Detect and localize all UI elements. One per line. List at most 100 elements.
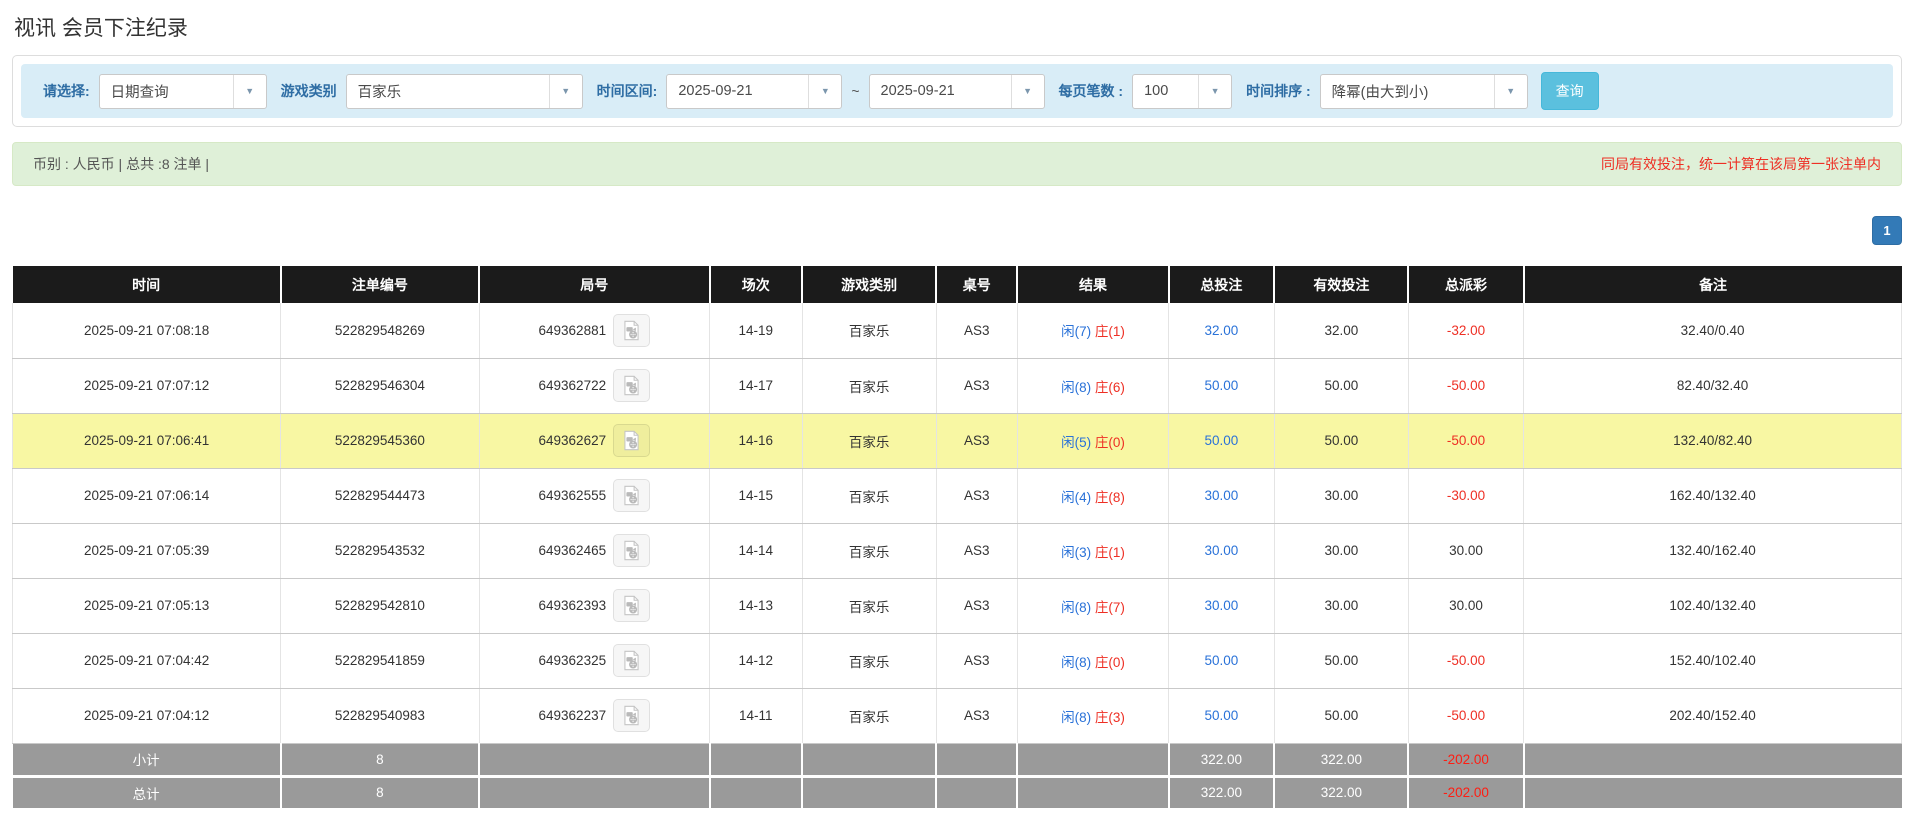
- video-replay-button[interactable]: [613, 644, 651, 677]
- cell-payout: -30.00: [1407, 468, 1525, 524]
- header-3: 场次: [709, 266, 804, 303]
- cell-table-no: AS3: [935, 578, 1018, 634]
- date-to-select[interactable]: 2025-09-21 ▼: [868, 73, 1045, 109]
- total-total-bet: 322.00: [1168, 776, 1276, 811]
- cell-round: 649362465: [478, 523, 711, 579]
- cell-round: 649362237: [478, 688, 711, 744]
- cell-time: 2025-09-21 07:07:12: [11, 358, 282, 414]
- cell-table-no: AS3: [935, 358, 1018, 414]
- query-type-label: 请选择:: [43, 83, 90, 99]
- table-row: 2025-09-21 07:04:42 522829541859 649362325…: [11, 633, 1902, 689]
- chevron-down-icon[interactable]: ▼: [548, 74, 582, 108]
- pagination: 1: [12, 216, 1902, 245]
- video-replay-button[interactable]: [613, 424, 651, 457]
- chevron-down-icon[interactable]: ▼: [232, 74, 266, 108]
- cell-round: 649362393: [478, 578, 711, 634]
- result-banker: 庄(6): [1094, 379, 1125, 395]
- subtotal-label: 小计: [12, 743, 282, 778]
- cell-total-bet[interactable]: 50.00: [1168, 688, 1275, 744]
- video-replay-button[interactable]: [613, 534, 651, 567]
- video-replay-button[interactable]: [613, 313, 651, 347]
- result-player: 闲(8): [1061, 654, 1092, 670]
- cell-payout: -50.00: [1407, 358, 1525, 414]
- round-number: 649362325: [538, 653, 607, 668]
- cell-time: 2025-09-21 07:06:14: [11, 468, 282, 524]
- cell-result: 闲(7) 庄(1): [1016, 303, 1170, 359]
- sort-select[interactable]: 降幂(由大到小) ▼: [1319, 73, 1528, 109]
- result-banker: 庄(1): [1094, 324, 1125, 340]
- header-6: 结果: [1017, 266, 1170, 303]
- video-replay-button[interactable]: [613, 479, 651, 512]
- header-2: 局号: [479, 266, 711, 303]
- cell-valid-bet: 50.00: [1273, 688, 1409, 744]
- bet-records-table: 时间 注单编号 局号 场次 游戏类别 桌号 结果 总投注 有效投注 总派彩 备注 2025-09-2…: [11, 266, 1902, 811]
- cell-result: 闲(4) 庄(8): [1016, 468, 1170, 524]
- cell-total-bet[interactable]: 32.00: [1168, 303, 1275, 359]
- cell-valid-bet: 30.00: [1273, 578, 1409, 634]
- result-banker: 庄(8): [1094, 489, 1125, 505]
- page-size-label: 每页笔数 :: [1058, 83, 1124, 99]
- cell-round: 649362881: [478, 303, 711, 359]
- cell-game-type: 百家乐: [801, 358, 937, 414]
- cell-session: 14-17: [709, 358, 803, 414]
- page-button-1[interactable]: 1: [1872, 216, 1902, 245]
- cell-table-no: AS3: [935, 468, 1018, 524]
- query-type-select[interactable]: 日期查询 ▼: [98, 73, 267, 109]
- cell-payout: -50.00: [1407, 688, 1525, 744]
- cell-session: 14-13: [709, 578, 803, 634]
- cell-payout: -32.00: [1407, 303, 1525, 359]
- cell-session: 14-16: [709, 413, 803, 469]
- chevron-down-icon[interactable]: ▼: [1198, 74, 1232, 108]
- cell-payout: 30.00: [1407, 578, 1525, 634]
- cell-bet-id: 522829543532: [280, 523, 480, 579]
- records-body: 2025-09-21 07:08:18 522829548269 649362881…: [11, 303, 1902, 744]
- video-replay-button[interactable]: [613, 589, 651, 622]
- cell-game-type: 百家乐: [801, 303, 937, 359]
- cell-payout: -50.00: [1407, 633, 1525, 689]
- cell-payout: 30.00: [1407, 523, 1525, 579]
- table-row: 2025-09-21 07:04:12 522829540983 649362237…: [11, 688, 1902, 744]
- video-replay-button[interactable]: [613, 369, 651, 402]
- result-player: 闲(8): [1061, 379, 1092, 395]
- header-9: 总派彩: [1408, 266, 1525, 303]
- cell-result: 闲(8) 庄(3): [1016, 688, 1170, 744]
- cell-valid-bet: 32.00: [1273, 303, 1409, 359]
- game-type-select[interactable]: 百家乐 ▼: [345, 73, 583, 109]
- cell-session: 14-14: [709, 523, 803, 579]
- cell-round: 649362325: [478, 633, 711, 689]
- total-valid-bet: 322.00: [1274, 776, 1410, 811]
- cell-session: 14-11: [709, 688, 803, 744]
- chevron-down-icon[interactable]: ▼: [1493, 74, 1527, 108]
- cell-time: 2025-09-21 07:05:13: [11, 578, 282, 634]
- cell-game-type: 百家乐: [801, 523, 937, 579]
- cell-time: 2025-09-21 07:04:42: [11, 633, 282, 689]
- search-button[interactable]: 查询: [1540, 72, 1599, 110]
- round-number: 649362465: [538, 543, 607, 558]
- video-file-icon: [624, 540, 639, 561]
- cell-total-bet[interactable]: 50.00: [1168, 413, 1275, 469]
- date-from-select[interactable]: 2025-09-21 ▼: [666, 73, 843, 109]
- cell-bet-id: 522829548269: [280, 303, 480, 359]
- cell-game-type: 百家乐: [801, 413, 937, 469]
- cell-note: 202.40/152.40: [1523, 688, 1902, 744]
- cell-total-bet[interactable]: 50.00: [1168, 358, 1275, 414]
- cell-total-bet[interactable]: 30.00: [1168, 468, 1275, 524]
- cell-time: 2025-09-21 07:04:12: [11, 688, 282, 744]
- total-label: 总计: [12, 776, 282, 811]
- video-replay-button[interactable]: [613, 699, 651, 732]
- cell-total-bet[interactable]: 30.00: [1168, 523, 1275, 579]
- cell-table-no: AS3: [935, 303, 1018, 359]
- page-size-select[interactable]: 100 ▼: [1132, 73, 1233, 109]
- result-banker: 庄(0): [1094, 434, 1125, 450]
- video-file-icon: [624, 430, 639, 451]
- table-row: 2025-09-21 07:07:12 522829546304 649362722…: [11, 358, 1902, 414]
- chevron-down-icon[interactable]: ▼: [808, 74, 842, 108]
- chevron-down-icon[interactable]: ▼: [1010, 74, 1044, 108]
- cell-result: 闲(8) 庄(6): [1016, 358, 1170, 414]
- round-number: 649362722: [538, 378, 607, 393]
- cell-round: 649362555: [478, 468, 711, 524]
- time-range-label: 时间区间:: [596, 83, 658, 99]
- cell-game-type: 百家乐: [801, 633, 937, 689]
- cell-total-bet[interactable]: 30.00: [1168, 578, 1275, 634]
- cell-total-bet[interactable]: 50.00: [1168, 633, 1275, 689]
